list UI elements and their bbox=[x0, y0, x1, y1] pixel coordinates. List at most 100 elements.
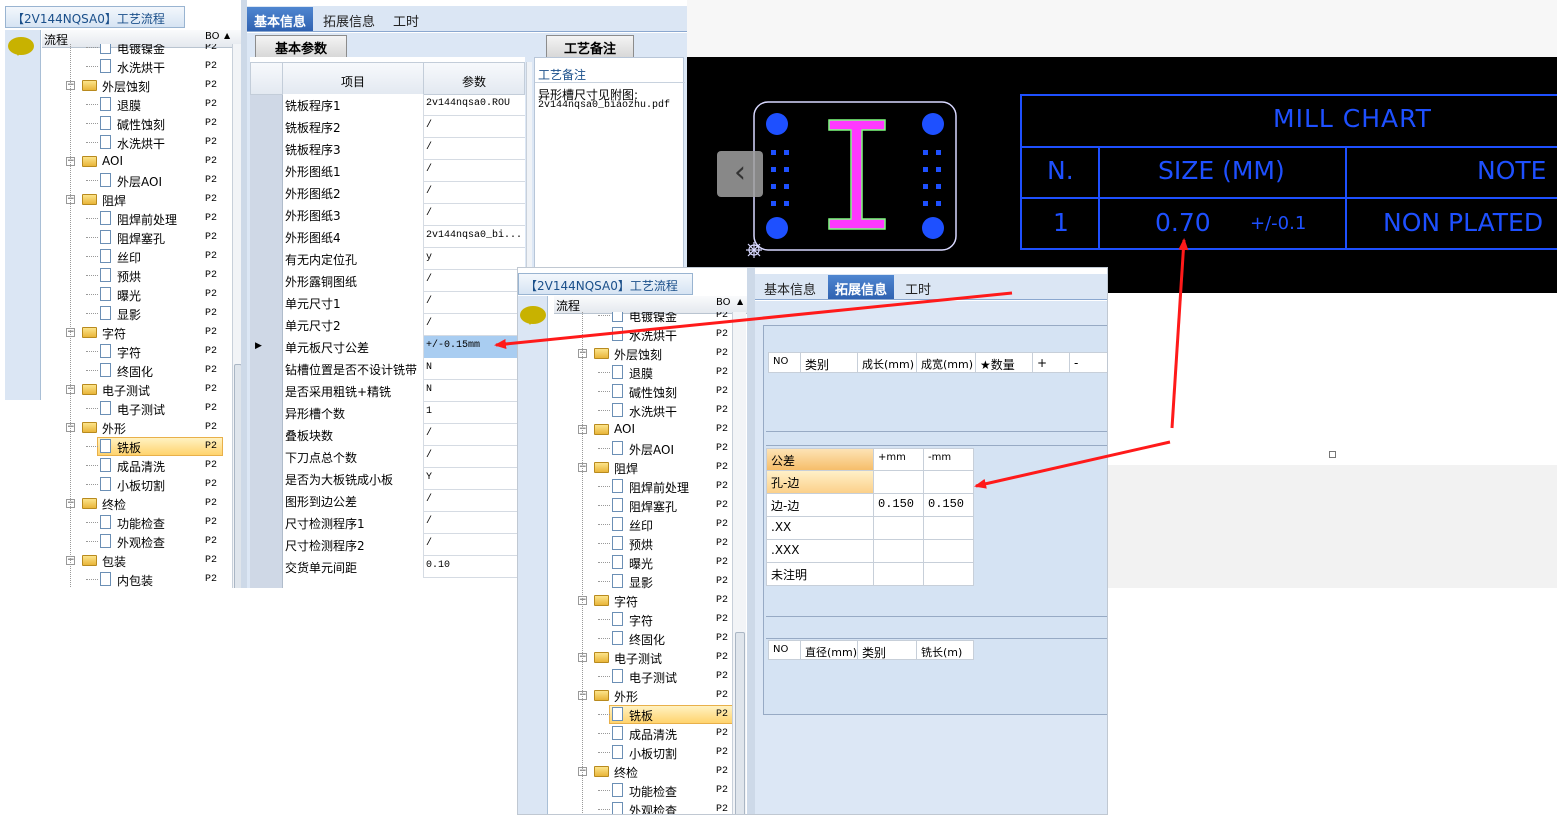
param-row[interactable]: 外形图纸1/ bbox=[283, 160, 525, 182]
param-row[interactable]: 外形图纸3/ bbox=[283, 204, 525, 226]
tree-step-item[interactable]: 阻焊前处理 P2 bbox=[554, 477, 734, 496]
tab-work-hours[interactable]: 工时 bbox=[898, 275, 938, 299]
tolerance-minus-value[interactable]: 0.150 bbox=[923, 493, 974, 517]
tolerance-row-label[interactable]: .XX bbox=[766, 516, 874, 540]
param-row[interactable]: 有无内定位孔 y bbox=[283, 248, 525, 270]
param-value[interactable]: 2v144nqsa0_bi... bbox=[424, 226, 525, 248]
param-row[interactable]: 单元尺寸1/ bbox=[283, 292, 525, 314]
param-row[interactable]: 单元板尺寸公差 +/-0.15mm bbox=[283, 336, 525, 358]
param-row[interactable]: 外形图纸4 2v144nqsa0_bi... bbox=[283, 226, 525, 248]
param-value[interactable]: / bbox=[424, 314, 525, 336]
tree-step-item[interactable]: 水洗烘干 P2 bbox=[554, 401, 734, 420]
tab-basic-params[interactable]: 基本参数 bbox=[255, 35, 347, 57]
param-value[interactable]: N bbox=[424, 358, 525, 380]
param-value[interactable]: N bbox=[424, 380, 525, 402]
param-row[interactable]: 钻槽位置是否不设计铣带 N bbox=[283, 358, 525, 380]
tree-step-item[interactable]: 退膜 P2 bbox=[554, 363, 734, 382]
tolerance-row-label[interactable]: 孔-边 bbox=[766, 470, 874, 494]
param-value[interactable]: / bbox=[424, 270, 525, 292]
tree-step-item[interactable]: 外观检查 P2 bbox=[554, 800, 734, 814]
param-value[interactable]: / bbox=[424, 534, 525, 556]
tab-extended-info[interactable]: 拓展信息 bbox=[828, 275, 895, 299]
tree-step-item[interactable]: 丝印 P2 bbox=[554, 515, 734, 534]
param-row[interactable]: 尺寸检测程序2/ bbox=[283, 534, 525, 556]
tree-folder-item[interactable]: − 字符 P2 bbox=[554, 591, 734, 610]
tolerance-plus-value[interactable]: 0.150 bbox=[873, 493, 924, 517]
param-value[interactable]: / bbox=[424, 204, 525, 226]
tree-step-item[interactable]: 显影 P2 bbox=[554, 572, 734, 591]
param-row[interactable]: 交货单元间距 0.10 bbox=[283, 556, 525, 578]
tree-step-item[interactable]: 预烘 P2 bbox=[554, 534, 734, 553]
tolerance-minus-value[interactable] bbox=[923, 516, 974, 540]
param-value[interactable]: / bbox=[424, 182, 525, 204]
tree-step-item[interactable]: 碱性蚀刻 P2 bbox=[554, 382, 734, 401]
tree-step-item[interactable]: 铣板 P2 bbox=[554, 705, 734, 724]
tolerance-row-label[interactable]: 未注明 bbox=[766, 562, 874, 586]
param-value[interactable]: / bbox=[424, 446, 525, 468]
tab-work-hours[interactable]: 工时 bbox=[386, 7, 426, 31]
param-row[interactable]: 尺寸检测程序1/ bbox=[283, 512, 525, 534]
tree-step-item[interactable]: 终固化 P2 bbox=[554, 629, 734, 648]
tolerance-minus-value[interactable] bbox=[923, 539, 974, 563]
resize-handle-icon[interactable] bbox=[1329, 451, 1336, 458]
tree-step-item[interactable]: 曝光 P2 bbox=[554, 553, 734, 572]
param-value[interactable]: / bbox=[424, 138, 525, 160]
tree-folder-item[interactable]: − 外形 P2 bbox=[554, 686, 734, 705]
tolerance-plus-value[interactable] bbox=[873, 562, 924, 586]
param-value[interactable]: / bbox=[424, 512, 525, 534]
tolerance-minus-value[interactable] bbox=[923, 470, 974, 494]
splitter[interactable] bbox=[747, 268, 755, 814]
param-row[interactable]: 铣板程序2/ bbox=[283, 116, 525, 138]
tree-folder-item[interactable]: − 外层蚀刻 P2 bbox=[554, 344, 734, 363]
tree-step-item[interactable]: 电子测试 P2 bbox=[554, 667, 734, 686]
tree-step-item[interactable]: 字符 P2 bbox=[554, 610, 734, 629]
tree-step-item[interactable]: 电镀镍金 P2 bbox=[554, 312, 734, 325]
chevron-left-icon[interactable]: ‹ bbox=[717, 151, 763, 197]
tolerance-row-label[interactable]: .XXX bbox=[766, 539, 874, 563]
tree-step-item[interactable]: 阻焊塞孔 P2 bbox=[554, 496, 734, 515]
param-value[interactable]: / bbox=[424, 116, 525, 138]
param-value[interactable]: Y bbox=[424, 468, 525, 490]
param-row[interactable]: 下刀点总个数 / bbox=[283, 446, 525, 468]
param-value[interactable]: / bbox=[424, 490, 525, 512]
chat-icon[interactable] bbox=[8, 37, 34, 56]
param-row[interactable]: 是否为大板铣成小板 Y bbox=[283, 468, 525, 490]
param-row[interactable]: 图形到边公差 / bbox=[283, 490, 525, 512]
tolerance-minus-value[interactable] bbox=[923, 562, 974, 586]
param-value[interactable]: 2v144nqsa0.ROU bbox=[424, 94, 525, 116]
tree-step-item[interactable]: 水洗烘干 P2 bbox=[554, 325, 734, 344]
tree-step-item[interactable]: 成品清洗 P2 bbox=[554, 724, 734, 743]
param-value[interactable]: 0.10 bbox=[424, 556, 525, 578]
tree-step-item[interactable]: 小板切割 P2 bbox=[554, 743, 734, 762]
tree-folder-item[interactable]: − 阻焊 P2 bbox=[554, 458, 734, 477]
param-value[interactable]: / bbox=[424, 160, 525, 182]
param-row[interactable]: 外形露铜图纸 / bbox=[283, 270, 525, 292]
tree-step-item[interactable]: 功能检查 P2 bbox=[554, 781, 734, 800]
param-value[interactable]: +/-0.15mm bbox=[424, 336, 525, 358]
chat-icon[interactable] bbox=[520, 306, 546, 325]
param-row[interactable]: 铣板程序3/ bbox=[283, 138, 525, 160]
param-value[interactable]: / bbox=[424, 424, 525, 446]
tree-folder-item[interactable]: − 终检 P2 bbox=[554, 762, 734, 781]
param-value[interactable]: 1 bbox=[424, 402, 525, 424]
param-row[interactable]: 单元尺寸2/ bbox=[283, 314, 525, 336]
tab-basic-info[interactable]: 基本信息 bbox=[247, 7, 314, 31]
tree-folder-item[interactable]: − AOI P2 bbox=[554, 420, 734, 439]
sort-arrow-icon[interactable]: ▲ bbox=[224, 31, 230, 40]
tab-process-note[interactable]: 工艺备注 bbox=[546, 35, 634, 57]
param-row[interactable]: 叠板块数 / bbox=[283, 424, 525, 446]
tree-scrollbar[interactable] bbox=[732, 312, 746, 814]
tab-extended-info[interactable]: 拓展信息 bbox=[316, 7, 382, 31]
param-row[interactable]: 是否采用粗铣+精铣 N bbox=[283, 380, 525, 402]
tolerance-plus-value[interactable] bbox=[873, 516, 924, 540]
tree-step-item[interactable]: 外层AOI P2 bbox=[554, 439, 734, 458]
param-row[interactable]: 异形槽个数 1 bbox=[283, 402, 525, 424]
tab-basic-info[interactable]: 基本信息 bbox=[757, 275, 823, 299]
param-value[interactable]: y bbox=[424, 248, 525, 270]
tolerance-plus-value[interactable] bbox=[873, 539, 924, 563]
tolerance-plus-value[interactable] bbox=[873, 470, 924, 494]
param-row[interactable]: 铣板程序1 2v144nqsa0.ROU bbox=[283, 94, 525, 116]
param-row[interactable]: 外形图纸2/ bbox=[283, 182, 525, 204]
tree-scroll-thumb[interactable] bbox=[735, 632, 745, 814]
param-value[interactable]: / bbox=[424, 292, 525, 314]
